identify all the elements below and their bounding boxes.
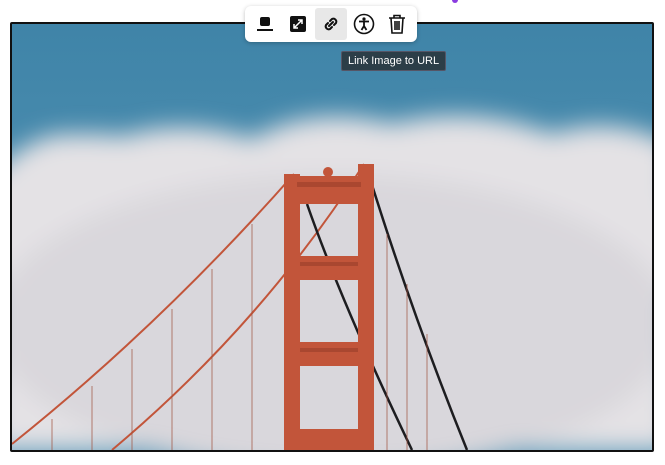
resize-button[interactable] xyxy=(282,8,313,40)
tooltip: Link Image to URL xyxy=(341,51,447,71)
accessibility-icon xyxy=(353,13,375,35)
accessibility-button[interactable] xyxy=(349,8,380,40)
align-bottom-icon xyxy=(256,17,273,31)
selected-image[interactable] xyxy=(10,22,654,452)
trash-icon xyxy=(389,14,406,34)
delete-button[interactable] xyxy=(382,8,413,40)
bridge-photo xyxy=(12,24,652,450)
link-button[interactable] xyxy=(315,8,347,40)
selection-marker xyxy=(452,0,458,3)
align-button[interactable] xyxy=(249,8,280,40)
image-toolbar xyxy=(245,6,417,42)
expand-icon xyxy=(289,16,306,32)
link-icon xyxy=(324,17,338,31)
